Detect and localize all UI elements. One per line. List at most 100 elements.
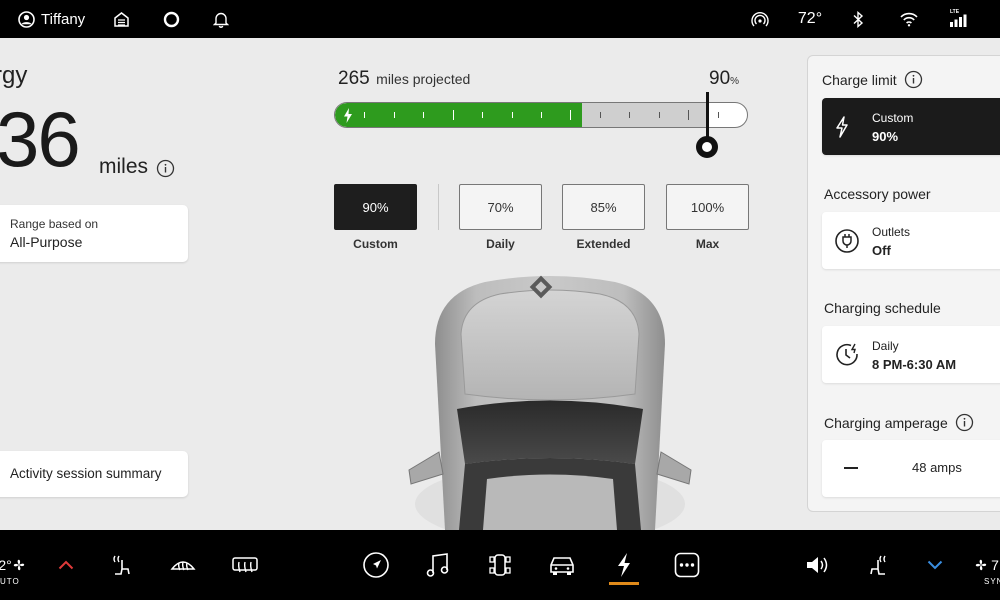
charge-bar-tick bbox=[393, 112, 395, 118]
preset-extended-button[interactable]: 85% bbox=[562, 184, 645, 230]
charge-limit-title: Charge limit bbox=[822, 71, 897, 88]
top-status-bar: Tiffany 72° LTE bbox=[0, 0, 1000, 38]
bluetooth-button[interactable] bbox=[850, 0, 866, 38]
charge-limit-heading: Charge limit bbox=[822, 70, 923, 89]
passenger-seat-heat-button[interactable] bbox=[864, 530, 894, 600]
bell-icon bbox=[213, 12, 229, 28]
assistant-ring-icon bbox=[163, 11, 179, 27]
front-defrost-button[interactable] bbox=[168, 530, 198, 600]
charge-bar-tick bbox=[717, 112, 719, 118]
wifi-icon bbox=[900, 12, 918, 27]
range-basis-card[interactable]: Range based on All-Purpose bbox=[0, 205, 188, 262]
range-info-button[interactable] bbox=[156, 159, 175, 183]
preset-extended-label: Extended bbox=[576, 237, 631, 251]
charging-amperage-heading: Charging amperage bbox=[824, 413, 974, 432]
charging-amperage-value: 48 amps bbox=[912, 460, 962, 475]
active-tab-indicator bbox=[609, 582, 639, 585]
preset-max-label: Max bbox=[695, 237, 720, 251]
front-defrost-icon bbox=[170, 561, 196, 571]
preset-max-value: 100% bbox=[690, 199, 725, 215]
volume-button[interactable] bbox=[803, 530, 833, 600]
charge-level-fill bbox=[335, 103, 583, 127]
preset-divider bbox=[438, 184, 439, 230]
charging-amperage-stepper: 48 amps bbox=[822, 440, 1000, 497]
driver-climate-mode: UTO bbox=[0, 577, 20, 586]
more-apps-icon bbox=[674, 552, 700, 578]
charge-bar-tick bbox=[423, 112, 425, 118]
charging-schedule-frequency: Daily bbox=[872, 339, 899, 353]
driver-fan-button[interactable] bbox=[10, 530, 28, 600]
assistant-button[interactable] bbox=[160, 0, 182, 38]
charging-schedule-time: 8 PM-6:30 AM bbox=[872, 357, 957, 372]
charge-bar-tick bbox=[541, 112, 542, 118]
projected-label: miles projected bbox=[376, 71, 471, 87]
vehicle-controls-button[interactable] bbox=[485, 530, 515, 600]
preset-custom-value: 90% bbox=[362, 199, 389, 215]
charge-limit-card[interactable]: Custom 90% bbox=[822, 98, 1000, 155]
cellular-indicator: LTE bbox=[946, 0, 970, 38]
navigation-icon bbox=[363, 552, 389, 578]
accessory-power-card[interactable]: Outlets Off bbox=[822, 212, 1000, 269]
info-icon[interactable] bbox=[904, 70, 923, 89]
charge-bar-tick bbox=[658, 112, 660, 118]
charging-bolt-icon bbox=[344, 108, 352, 123]
charge-bar-tick bbox=[599, 112, 601, 118]
scheduled-charging-icon bbox=[836, 343, 858, 365]
notifications-button[interactable] bbox=[210, 0, 232, 38]
driver-temp[interactable]: 2° bbox=[0, 530, 12, 600]
heated-seat-icon bbox=[113, 555, 130, 575]
charge-bar-tick bbox=[511, 112, 513, 118]
charge-level-bar[interactable] bbox=[334, 102, 748, 128]
page-title: rgy bbox=[0, 62, 28, 89]
preset-daily-value: 70% bbox=[487, 199, 514, 215]
charge-bar-tick bbox=[482, 112, 484, 118]
passenger-climate-mode: SYN bbox=[984, 577, 1000, 586]
climate-down-button[interactable] bbox=[925, 530, 945, 600]
charge-bar-tick bbox=[629, 112, 631, 118]
more-apps-button[interactable] bbox=[672, 530, 702, 600]
preset-daily-button[interactable]: 70% bbox=[459, 184, 542, 230]
garage-icon bbox=[113, 11, 129, 27]
chevron-up-icon bbox=[58, 560, 74, 570]
power-outlet-icon bbox=[835, 228, 859, 253]
accessory-power-status: Off bbox=[872, 243, 891, 258]
rear-defrost-icon bbox=[232, 557, 258, 573]
passenger-temp[interactable]: 7 bbox=[990, 530, 1000, 600]
seat-heat-button[interactable] bbox=[108, 530, 134, 600]
passenger-fan-button[interactable] bbox=[972, 530, 990, 600]
activity-session-card[interactable]: Activity session summary bbox=[0, 451, 188, 497]
garage-button[interactable] bbox=[110, 0, 132, 38]
charging-schedule-card[interactable]: Daily 8 PM-6:30 AM bbox=[822, 326, 1000, 383]
info-icon bbox=[156, 159, 175, 178]
charge-limit-handle[interactable] bbox=[696, 136, 718, 158]
vehicle-app-button[interactable] bbox=[545, 530, 579, 600]
climate-up-button[interactable] bbox=[56, 530, 76, 600]
media-app-button[interactable] bbox=[423, 530, 453, 600]
rear-defrost-button[interactable] bbox=[230, 530, 260, 600]
decrease-amperage-button[interactable] bbox=[844, 467, 858, 469]
network-type: LTE bbox=[950, 9, 960, 15]
energy-app-button[interactable] bbox=[609, 530, 639, 600]
accessory-power-source: Outlets bbox=[872, 225, 911, 239]
charge-limit-value: 90 bbox=[709, 68, 731, 89]
heated-seat-icon bbox=[870, 555, 886, 575]
charge-bar-tick bbox=[364, 112, 366, 118]
vehicle-top-view-image bbox=[408, 275, 692, 530]
range-basis-label: Range based on bbox=[10, 217, 99, 231]
charge-limit-unit: % bbox=[730, 76, 740, 87]
connectivity-indicator[interactable] bbox=[750, 0, 770, 38]
wifi-button[interactable] bbox=[897, 0, 921, 38]
charge-limit-handle-line bbox=[706, 92, 709, 140]
accessory-power-title: Accessory power bbox=[824, 186, 931, 202]
navigation-app-button[interactable] bbox=[361, 530, 391, 600]
preset-max-button[interactable]: 100% bbox=[666, 184, 749, 230]
signal-broadcast-icon bbox=[751, 11, 769, 26]
preset-custom-button[interactable]: 90% bbox=[334, 184, 417, 230]
charging-schedule-title: Charging schedule bbox=[824, 300, 941, 316]
user-profile[interactable]: Tiffany bbox=[18, 0, 85, 38]
fan-icon bbox=[975, 559, 987, 571]
charging-amperage-title: Charging amperage bbox=[824, 414, 948, 431]
vehicle-controls-icon bbox=[489, 554, 511, 576]
user-name: Tiffany bbox=[41, 10, 86, 28]
info-icon[interactable] bbox=[955, 413, 974, 432]
